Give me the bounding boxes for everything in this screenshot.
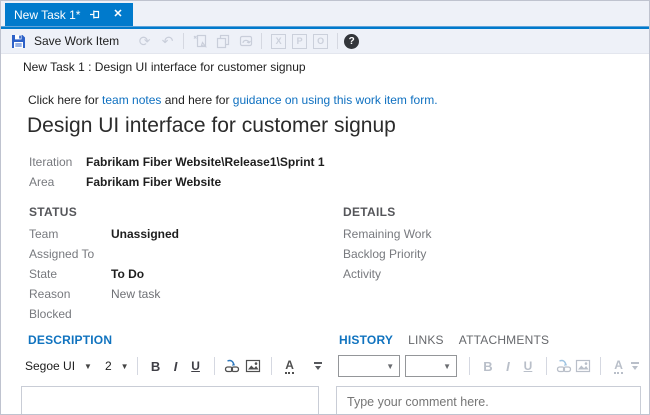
format-separator (546, 357, 547, 375)
team-notes-link[interactable]: team notes (102, 93, 161, 107)
format-separator (271, 357, 272, 375)
font-color-button[interactable]: A (280, 356, 300, 376)
excel-icon[interactable]: X (271, 34, 286, 49)
remaining-work-label: Remaining Work (343, 227, 431, 241)
notice-prefix: Click here for (28, 93, 102, 107)
iteration-label: Iteration (29, 155, 86, 169)
notice-line: Click here for team notes and here for g… (28, 93, 438, 107)
team-label: Team (29, 227, 111, 241)
assigned-to-row: Assigned To (29, 244, 179, 264)
reason-row: Reason New task (29, 284, 179, 304)
description-format-toolbar: Segoe UI ▼ 2 ▼ B I U A (25, 353, 325, 379)
chevron-down-icon[interactable]: ▼ (84, 362, 92, 371)
chevron-down-icon: ▼ (443, 362, 451, 371)
format-separator (214, 357, 215, 375)
chevron-down-icon[interactable]: ▼ (121, 362, 129, 371)
history-comment-box (336, 386, 641, 415)
state-field[interactable]: To Do (111, 267, 144, 281)
format-separator (469, 357, 470, 375)
description-editor[interactable] (22, 387, 318, 415)
guidance-link[interactable]: guidance on using this work item form. (233, 93, 438, 107)
tab-attachments[interactable]: ATTACHMENTS (459, 333, 549, 347)
backlog-priority-row: Backlog Priority (343, 244, 431, 264)
tab-new-task-1[interactable]: New Task 1* ✕ (5, 3, 133, 26)
toolbar-separator (183, 33, 184, 49)
area-row: Area Fabrikam Fiber Website (29, 172, 325, 192)
blocked-label: Blocked (29, 307, 111, 321)
document-tab-strip: New Task 1* ✕ (1, 1, 649, 26)
activity-row: Activity (343, 264, 431, 284)
help-icon[interactable]: ? (344, 34, 359, 49)
comment-input[interactable] (337, 387, 640, 415)
iteration-field[interactable]: Fabrikam Fiber Website\Release1\Sprint 1 (86, 155, 325, 169)
backlog-priority-label: Backlog Priority (343, 247, 426, 261)
new-linked-work-item-icon[interactable] (190, 32, 209, 50)
save-icon[interactable] (9, 32, 28, 50)
outlook-icon[interactable]: O (313, 34, 328, 49)
iteration-row: Iteration Fabrikam Fiber Website\Release… (29, 152, 325, 172)
font-size-dropdown[interactable]: 2 (105, 359, 112, 373)
toolbar-separator (261, 33, 262, 49)
area-field[interactable]: Fabrikam Fiber Website (86, 175, 221, 189)
format-separator (600, 357, 601, 375)
details-heading: DETAILS (343, 205, 396, 219)
classification-fields: Iteration Fabrikam Fiber Website\Release… (29, 152, 325, 192)
disabled-format-group: B I U (478, 356, 538, 376)
work-item-window: New Task 1* ✕ Save Work Item ⟳ ↶ (0, 0, 650, 415)
font-name-dropdown[interactable]: Segoe UI (25, 359, 75, 373)
close-icon[interactable]: ✕ (111, 8, 124, 21)
italic-button[interactable]: I (166, 356, 186, 376)
comment-font-name-dropdown[interactable]: ▼ (338, 355, 400, 377)
state-row: State To Do (29, 264, 179, 284)
tab-links[interactable]: LINKS (408, 333, 444, 347)
team-field[interactable]: Unassigned (111, 227, 179, 241)
hyperlink-icon[interactable] (223, 356, 243, 376)
activity-label: Activity (343, 267, 381, 281)
area-label: Area (29, 175, 86, 189)
font-color-button[interactable]: A (609, 356, 628, 376)
refresh-icon[interactable]: ⟳ (135, 32, 154, 50)
toolbar-separator (337, 33, 338, 49)
insert-image-icon[interactable] (574, 356, 593, 376)
state-label: State (29, 267, 111, 281)
history-tab-group: HISTORY LINKS ATTACHMENTS (339, 333, 549, 347)
reason-field[interactable]: New task (111, 287, 160, 301)
hyperlink-icon[interactable] (555, 356, 574, 376)
bold-button[interactable]: B (146, 356, 166, 376)
title-field[interactable]: Design UI interface for customer signup (27, 114, 396, 138)
tab-title: New Task 1* (14, 8, 80, 22)
description-heading: DESCRIPTION (28, 333, 112, 347)
notice-middle: and here for (161, 93, 232, 107)
toolbar-overflow-icon[interactable] (311, 362, 325, 370)
undo-icon[interactable]: ↶ (158, 32, 177, 50)
format-separator (137, 357, 138, 375)
assigned-to-label: Assigned To (29, 247, 111, 261)
project-icon[interactable]: P (292, 34, 307, 49)
tab-history[interactable]: HISTORY (339, 333, 393, 347)
insert-image-icon[interactable] (243, 356, 263, 376)
details-fields: Remaining Work Backlog Priority Activity (343, 224, 431, 284)
open-in-web-icon[interactable] (236, 32, 255, 50)
chevron-down-icon: ▼ (386, 362, 394, 371)
bold-button[interactable]: B (478, 356, 498, 376)
comment-font-size-dropdown[interactable]: ▼ (405, 355, 457, 377)
pin-icon[interactable] (89, 8, 102, 21)
work-item-header-text: New Task 1 : Design UI interface for cus… (23, 60, 306, 74)
status-fields: Team Unassigned Assigned To State To Do … (29, 224, 179, 324)
remaining-work-row: Remaining Work (343, 224, 431, 244)
team-row: Team Unassigned (29, 224, 179, 244)
underline-button[interactable]: U (186, 356, 206, 376)
underline-button[interactable]: U (518, 356, 538, 376)
copy-work-item-icon[interactable] (213, 32, 232, 50)
reason-label: Reason (29, 287, 111, 301)
toolbar-overflow-icon[interactable] (628, 362, 641, 370)
italic-button[interactable]: I (498, 356, 518, 376)
history-format-toolbar: ▼ ▼ B I U A (338, 353, 641, 379)
description-editor-box (21, 386, 319, 415)
work-item-toolbar: Save Work Item ⟳ ↶ X P O ? (1, 29, 649, 54)
status-heading: STATUS (29, 205, 77, 219)
save-work-item-button[interactable]: Save Work Item (34, 34, 119, 48)
blocked-row: Blocked (29, 304, 179, 324)
